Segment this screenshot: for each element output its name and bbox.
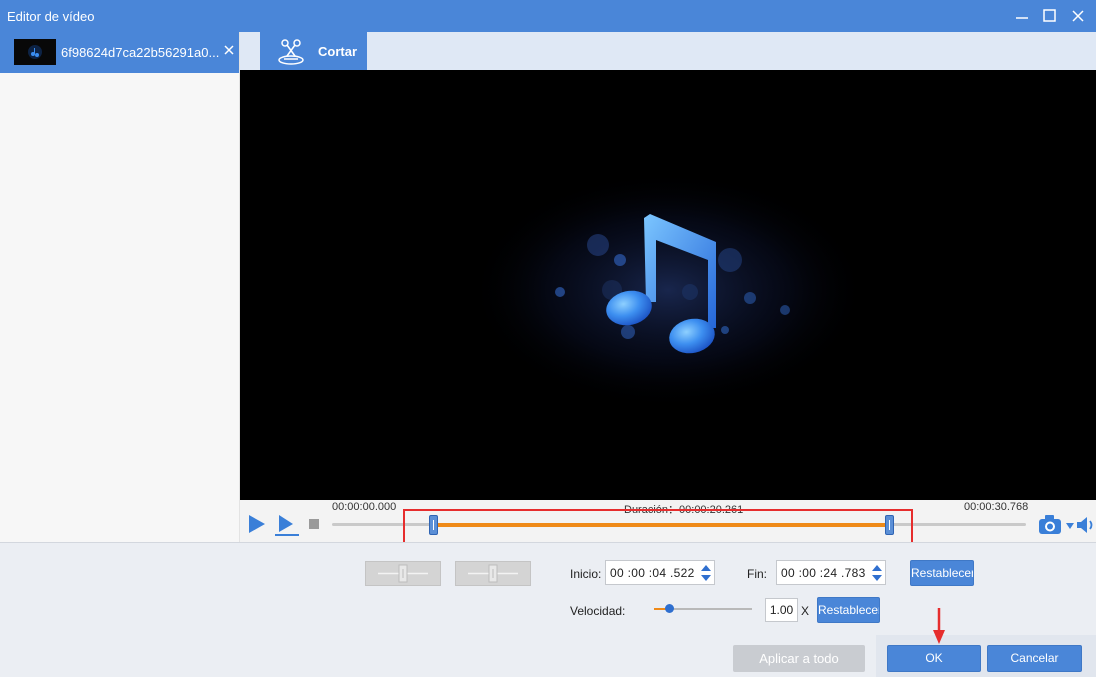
file-thumbnail <box>14 39 56 65</box>
reset-trim-button[interactable]: Restablecer <box>910 560 974 586</box>
cancel-button[interactable]: Cancelar <box>987 645 1082 672</box>
end-label: Fin: <box>747 567 768 581</box>
start-decrement-icon[interactable] <box>701 575 711 581</box>
scissors-icon <box>278 39 304 65</box>
timeline-start-time: 00:00:00.000 <box>332 501 397 513</box>
title-bar: Editor de vídeo <box>0 0 1096 32</box>
music-note-artwork <box>468 170 868 410</box>
window-title: Editor de vídeo <box>7 9 95 24</box>
start-increment-icon[interactable] <box>701 565 711 571</box>
tab-cut[interactable]: Cortar <box>260 32 367 70</box>
end-decrement-icon[interactable] <box>872 575 882 581</box>
tool-tabs: Cortar <box>240 32 1096 70</box>
minimize-icon[interactable] <box>1012 6 1032 26</box>
file-list-panel: 6f98624d7ca22b56291a0... <box>0 32 240 542</box>
play-segment-icon[interactable] <box>274 514 300 536</box>
speed-slider-knob[interactable] <box>665 604 674 613</box>
split-left-button[interactable] <box>365 561 441 586</box>
start-label: Inicio: <box>570 567 602 581</box>
file-name: 6f98624d7ca22b56291a0... <box>61 45 220 60</box>
play-icon[interactable] <box>246 514 266 534</box>
camera-icon[interactable] <box>1038 514 1062 536</box>
split-right-button[interactable] <box>455 561 531 586</box>
timeline-end-time: 00:00:30.768 <box>964 501 1029 513</box>
speed-slider[interactable] <box>654 604 752 613</box>
speed-label: Velocidad: <box>570 604 626 618</box>
stop-icon[interactable] <box>308 518 320 530</box>
apply-to-all-button[interactable]: Aplicar a todo <box>733 645 865 672</box>
annotation-arrow-icon <box>933 608 945 644</box>
speed-value-field[interactable]: 1.00 <box>765 598 798 622</box>
start-time-field[interactable]: 00 :00 :04 .522 <box>605 560 715 585</box>
ok-button[interactable]: OK <box>887 645 981 672</box>
start-time-value: 00 :00 :04 .522 <box>610 566 695 580</box>
maximize-icon[interactable] <box>1040 6 1060 26</box>
end-increment-icon[interactable] <box>872 565 882 571</box>
reset-speed-button[interactable]: Restablecer <box>817 597 880 623</box>
speed-unit: X <box>801 604 810 618</box>
end-time-field[interactable]: 00 :00 :24 .783 <box>776 560 886 585</box>
volume-icon[interactable] <box>1076 516 1096 534</box>
file-tab[interactable]: 6f98624d7ca22b56291a0... <box>0 32 239 73</box>
tab-cut-label: Cortar <box>318 44 358 59</box>
end-time-value: 00 :00 :24 .783 <box>781 566 866 580</box>
video-preview[interactable] <box>240 70 1096 500</box>
close-window-icon[interactable] <box>1068 6 1088 26</box>
remove-file-icon[interactable] <box>222 43 236 57</box>
annotation-highlight <box>403 509 913 546</box>
chevron-down-icon[interactable] <box>1065 522 1075 530</box>
